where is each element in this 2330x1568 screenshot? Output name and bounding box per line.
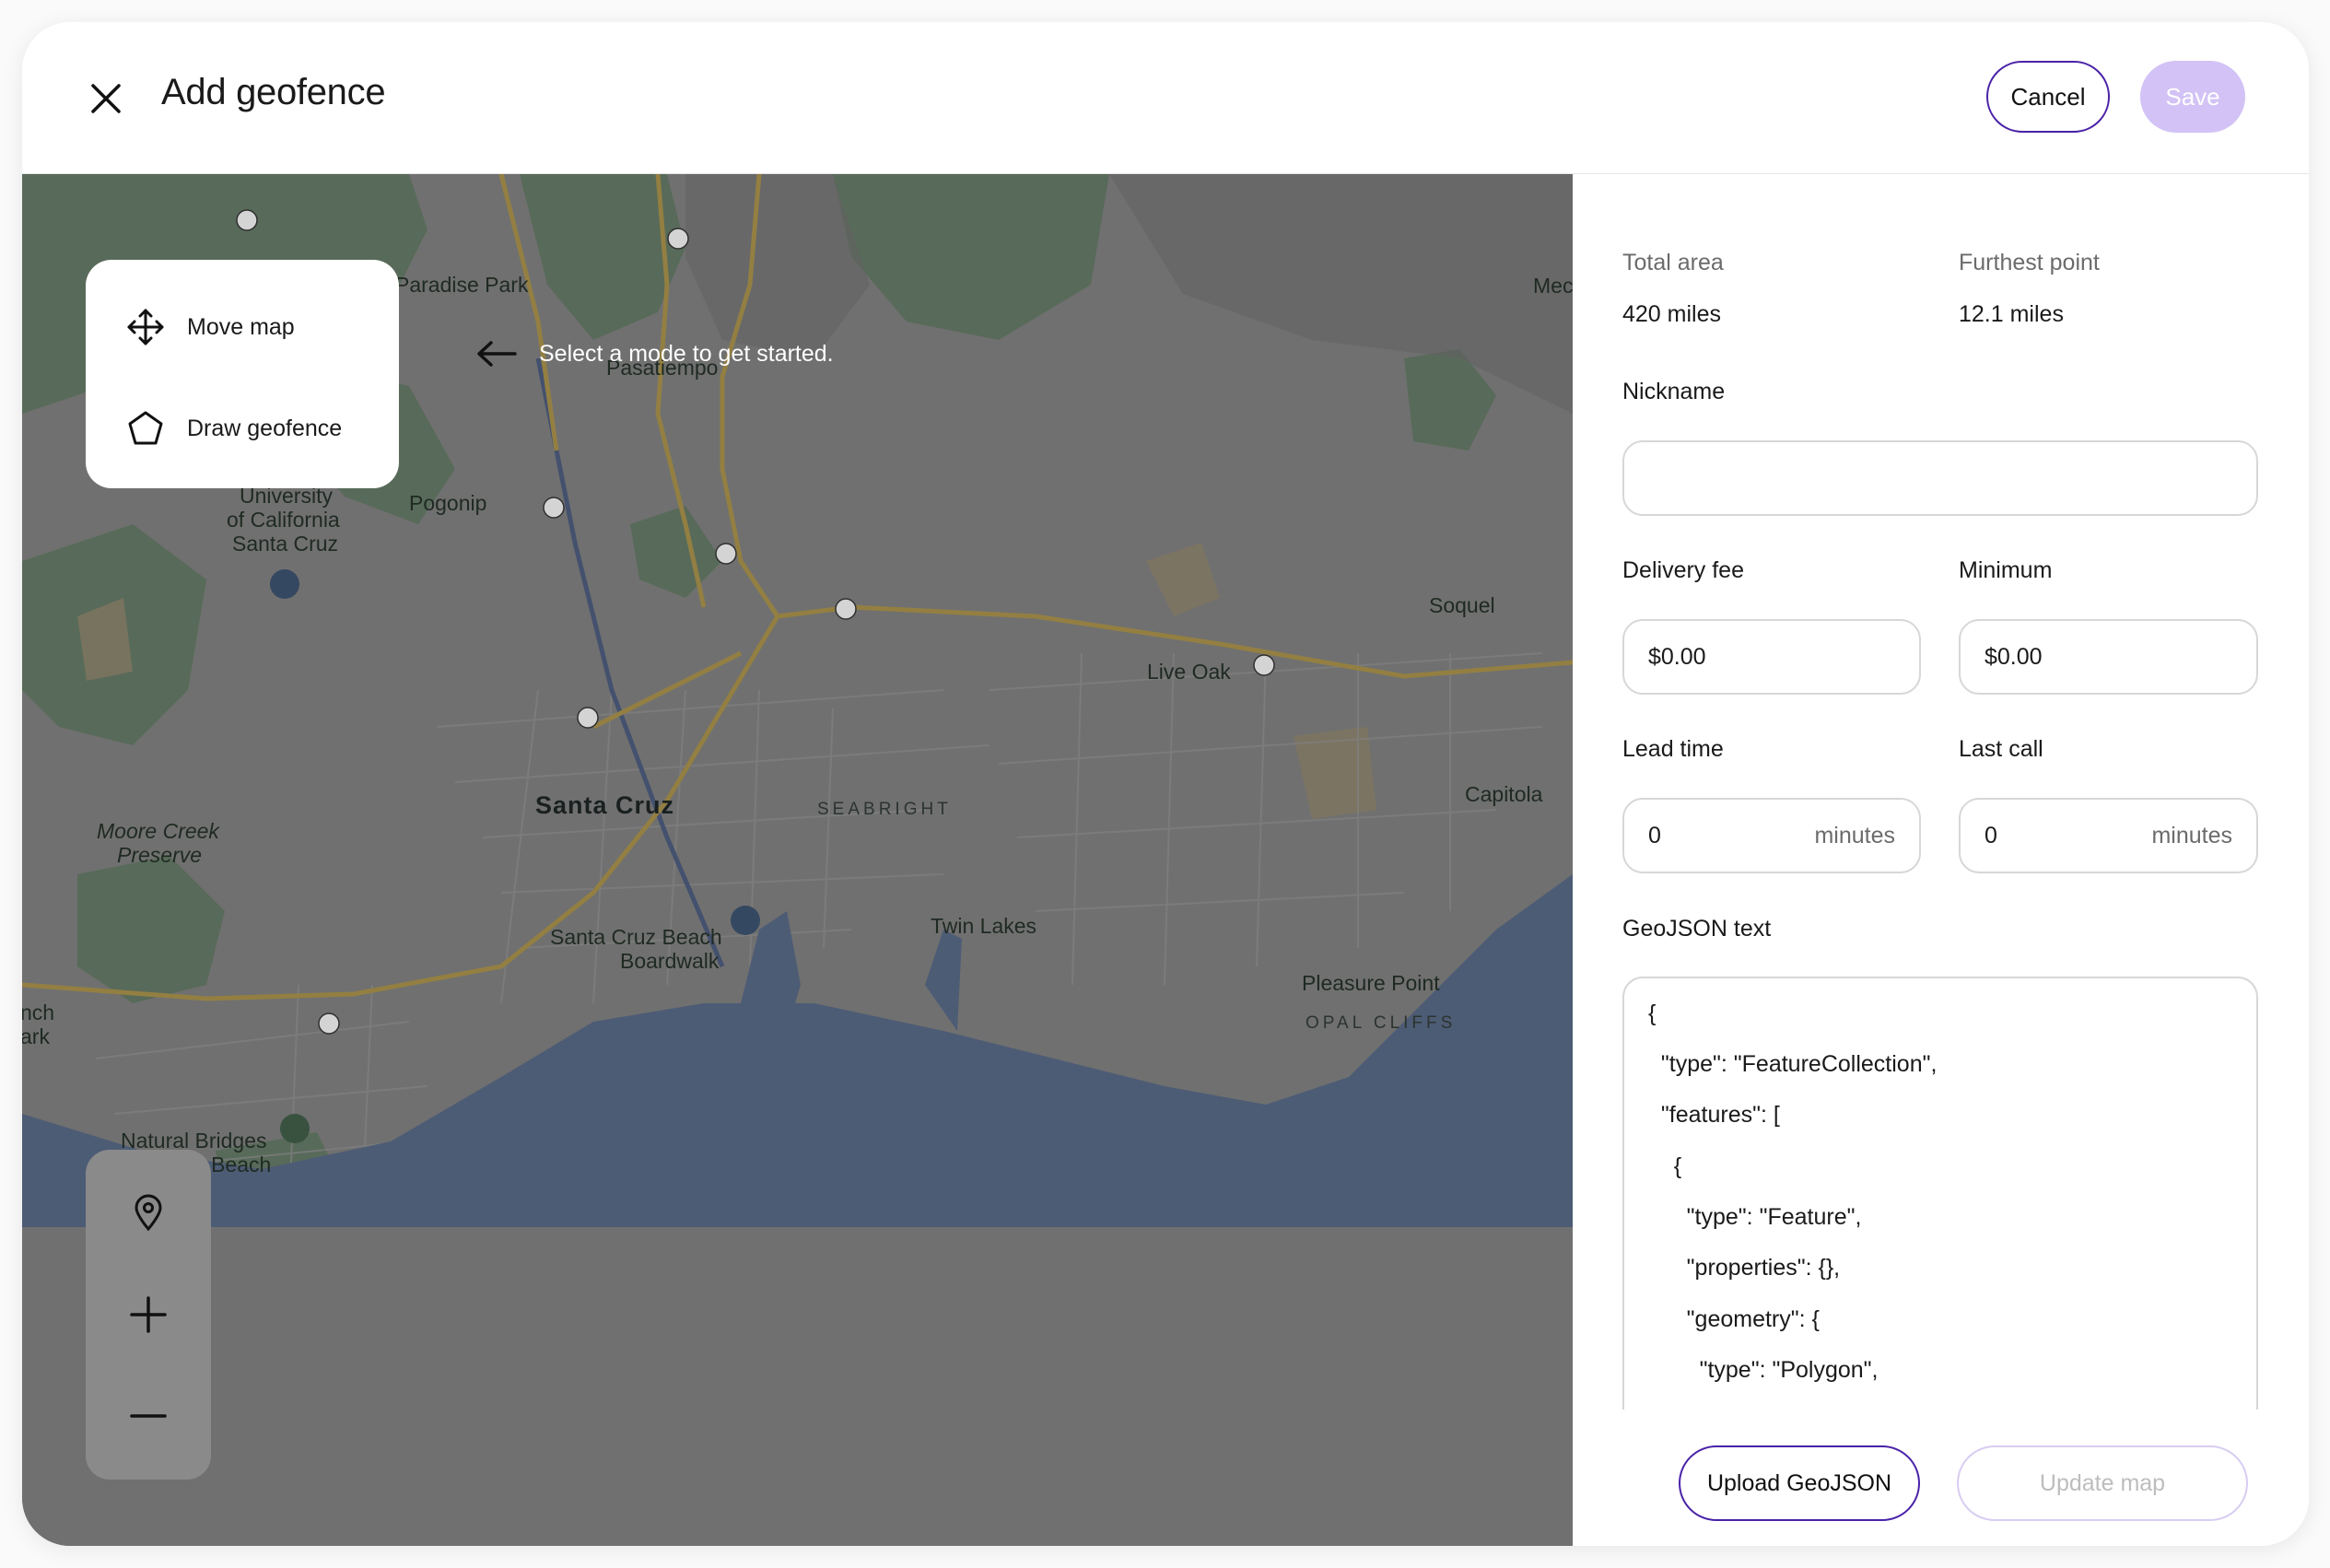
map-label: of California xyxy=(227,508,340,532)
geojson-line: "properties": {}, xyxy=(1648,1255,1841,1281)
delivery-fee-field[interactable]: $0.00 xyxy=(1622,619,1921,695)
delivery-fee-label: Delivery fee xyxy=(1622,557,1744,583)
last-call-value: 0 xyxy=(1985,822,1997,848)
geojson-textarea[interactable]: { "type": "FeatureCollection", "features… xyxy=(1622,977,2258,1410)
geojson-line: "features": [ xyxy=(1648,1102,1780,1128)
move-icon xyxy=(127,309,164,345)
cancel-button[interactable]: Cancel xyxy=(1986,61,2110,133)
modal-header: Add geofence Cancel Save xyxy=(22,22,2309,175)
move-map-mode[interactable]: Move map xyxy=(126,299,295,355)
lead-time-label: Lead time xyxy=(1622,736,1724,762)
pentagon-icon xyxy=(128,411,163,445)
locate-button[interactable] xyxy=(86,1168,211,1257)
nickname-label: Nickname xyxy=(1622,379,1726,404)
map-label: Pogonip xyxy=(409,491,487,515)
map-controls xyxy=(86,1150,211,1480)
geojson-line: { xyxy=(1648,1000,1657,1026)
draw-geofence-label: Draw geofence xyxy=(187,415,343,441)
map-canvas[interactable]: Paradise Park Pasatiempo University of C… xyxy=(22,174,1573,1546)
nickname-field[interactable] xyxy=(1622,440,2258,516)
minimum-value: $0.00 xyxy=(1985,643,2043,670)
map-label: Live Oak xyxy=(1147,660,1231,684)
geojson-line: "type": "FeatureCollection", xyxy=(1648,1051,1938,1077)
map-label: Twin Lakes xyxy=(931,914,1037,938)
total-area-label: Total area xyxy=(1622,250,1724,275)
lead-time-value: 0 xyxy=(1648,822,1661,848)
furthest-point-label: Furthest point xyxy=(1959,250,2100,275)
geojson-line: { xyxy=(1648,1153,1682,1179)
map-label: OPAL CLIFFS xyxy=(1306,1013,1457,1033)
map-label: Santa Cruz xyxy=(232,532,339,556)
zoom-in-icon xyxy=(130,1296,167,1333)
map-label: SEABRIGHT xyxy=(817,800,952,819)
total-area-value: 420 miles xyxy=(1622,301,1721,327)
map-label: Paradise Park xyxy=(395,273,529,297)
update-map-button[interactable]: Update map xyxy=(1957,1445,2248,1521)
map-label: Boardwalk xyxy=(620,949,720,973)
add-geofence-modal: Add geofence Cancel Save Paradise Park P… xyxy=(22,22,2309,1546)
last-call-label: Last call xyxy=(1959,736,2043,762)
map-label: Santa Cruz Beach xyxy=(550,925,722,949)
map-label: Moore Creek xyxy=(97,819,219,843)
map-label: Mec xyxy=(1533,274,1573,298)
map-label: Santa Cruz xyxy=(535,791,675,819)
furthest-point-value: 12.1 miles xyxy=(1959,301,2064,327)
mode-hint: Select a mode to get started. xyxy=(476,340,834,368)
geofence-form: Total area 420 miles Furthest point 12.1… xyxy=(1573,174,2309,1546)
save-button[interactable]: Save xyxy=(2140,61,2245,133)
minimum-label: Minimum xyxy=(1959,557,2053,583)
zoom-out-button[interactable] xyxy=(86,1372,211,1460)
geojson-line: "type": "Feature", xyxy=(1648,1204,1862,1230)
move-map-label: Move map xyxy=(187,313,295,340)
page-title: Add geofence xyxy=(161,72,386,112)
lead-time-field[interactable]: 0 minutes xyxy=(1622,798,1921,873)
location-pin-icon xyxy=(135,1194,162,1232)
close-button[interactable] xyxy=(83,76,129,122)
map-label: Soquel xyxy=(1429,593,1495,617)
zoom-out-icon xyxy=(130,1414,167,1418)
zoom-in-button[interactable] xyxy=(86,1270,211,1359)
geojson-label: GeoJSON text xyxy=(1622,916,1772,942)
map-label: Capitola xyxy=(1465,782,1543,806)
map-label: Pleasure Point xyxy=(1302,971,1440,995)
minimum-field[interactable]: $0.00 xyxy=(1959,619,2258,695)
delivery-fee-value: $0.00 xyxy=(1648,643,1706,670)
map-label: Preserve xyxy=(117,843,203,867)
arrow-left-icon xyxy=(477,341,517,367)
draw-geofence-mode[interactable]: Draw geofence xyxy=(126,401,342,456)
close-icon xyxy=(91,84,121,113)
lead-time-unit: minutes xyxy=(1814,822,1895,848)
geojson-line: "geometry": { xyxy=(1648,1306,1820,1332)
map-label: nch xyxy=(22,1000,55,1024)
map-mode-panel: Move map Draw geofence xyxy=(86,260,399,488)
last-call-field[interactable]: 0 minutes xyxy=(1959,798,2258,873)
last-call-unit: minutes xyxy=(2151,822,2232,848)
map-label: ark xyxy=(22,1024,50,1048)
geojson-line: "type": "Polygon", xyxy=(1648,1357,1879,1383)
hint-text: Select a mode to get started. xyxy=(539,340,834,367)
upload-geojson-button[interactable]: Upload GeoJSON xyxy=(1679,1445,1920,1521)
